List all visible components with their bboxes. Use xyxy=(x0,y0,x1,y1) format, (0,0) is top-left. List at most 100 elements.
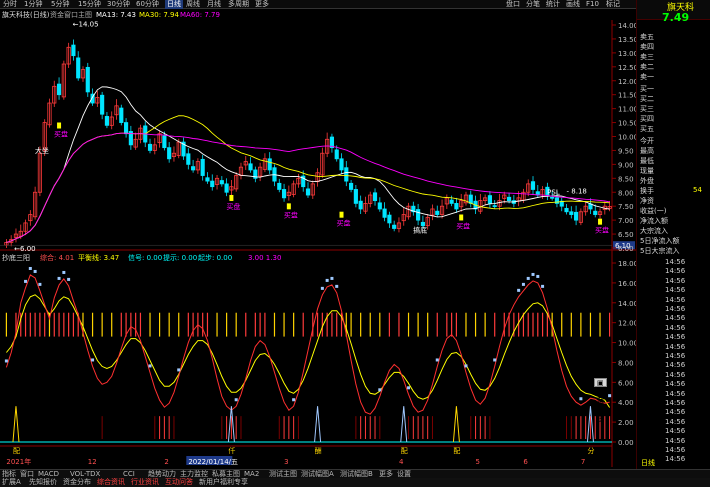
candle-body xyxy=(593,210,598,215)
price-axis: 14.00 13.50 13.00 12.50 12.00 11.50 11.00 10.50… xyxy=(6,22,636,466)
info-tab-1[interactable]: 先知报价 xyxy=(29,478,57,487)
period-tab-8[interactable]: 月线 xyxy=(207,0,221,9)
sub-tick-label: 10.00 xyxy=(618,340,636,348)
period-tab-6[interactable]: 日线 xyxy=(165,0,183,9)
tick-time: 14:56 xyxy=(665,352,686,360)
top-toolbar: 分时 1分钟 5分钟 15分钟 30分钟 60分钟 日线 周线 月线 多周期 更多 盘口 分笔 统计 画线 F… xyxy=(0,0,710,9)
toolbar-right-4[interactable]: F10 xyxy=(586,0,599,9)
price-tick-label: 7.00 xyxy=(618,217,634,225)
period-tab-7[interactable]: 周线 xyxy=(186,0,200,9)
tick-time: 14:56 xyxy=(665,314,686,323)
candle-body xyxy=(358,200,363,210)
tick-time: 14:56 xyxy=(665,305,686,313)
info-tab-3[interactable]: 综合资讯 xyxy=(97,478,125,487)
tick-time: 14:56 xyxy=(665,417,686,426)
candle-body xyxy=(104,116,110,126)
price-tick-label: 9.50 xyxy=(618,147,634,155)
candle-body xyxy=(100,94,105,115)
period-tab-3[interactable]: 15分钟 xyxy=(78,0,101,9)
peak-dot xyxy=(541,284,545,288)
candle-body xyxy=(435,210,440,215)
info-tab-4[interactable]: 行业资讯 xyxy=(131,478,159,487)
peak-dot xyxy=(33,269,37,273)
peak-dot xyxy=(148,364,152,368)
info-tab-0[interactable]: 扩展A xyxy=(2,478,21,487)
extra-label: 3.00 1.30 xyxy=(248,254,282,262)
price-tick-label: 13.00 xyxy=(618,50,636,58)
hide-system-button[interactable]: ▣ 隐藏系统 xyxy=(594,378,607,423)
bottom-signal-label: 仟 xyxy=(228,446,235,455)
tick-time: 14:56 xyxy=(665,427,686,436)
period-tab-0[interactable]: 分时 xyxy=(3,0,17,9)
price-tick-label: 9.00 xyxy=(618,161,634,169)
peak-dot xyxy=(67,277,71,281)
price-tick-label: 7.50 xyxy=(618,203,634,211)
candle-body xyxy=(147,143,153,151)
bottom-signal-label: 酬 xyxy=(315,446,322,455)
tick-time: 14:56 xyxy=(665,323,686,332)
date-label: 6 xyxy=(523,458,528,466)
date-label: 7 xyxy=(581,458,585,466)
sell-level-1: 卖一 xyxy=(640,73,654,81)
sub-chart-header: 抄底三阳 综合: 4.01 平衡线: 3.47 信号: 0.00 提示: 0.0… xyxy=(0,253,636,263)
bottom-spike xyxy=(400,406,408,443)
candle-body xyxy=(76,57,81,79)
chart-annotation: PSL xyxy=(547,188,560,196)
bottom-signal-label: 配 xyxy=(13,447,20,455)
period-tab-4[interactable]: 30分钟 xyxy=(107,0,130,9)
candle-body xyxy=(162,135,167,149)
quote-stat-9: 大宗流入 xyxy=(640,227,668,235)
period-tab-2[interactable]: 5分钟 xyxy=(51,0,69,9)
toolbar-right-3[interactable]: 画线 xyxy=(566,0,580,9)
signal-label: 信号: 0.00 xyxy=(128,254,163,262)
bottom-spike xyxy=(12,406,20,443)
date-label: 2022/01/14/五 xyxy=(188,458,238,466)
candle-body xyxy=(487,195,492,204)
tick-time: 14:56 xyxy=(665,455,686,464)
sell-level-4: 卖四 xyxy=(640,43,654,51)
peak-dot xyxy=(435,358,439,362)
toolbar-right-5[interactable]: 标记 xyxy=(606,0,620,9)
candle-body xyxy=(210,180,215,188)
chart-plot-area[interactable]: ←14.05←6.00买盘大坐买盘买盘买盘买盘买盘搞底PSL - 8.186.10… xyxy=(0,20,636,467)
candle-body xyxy=(492,205,497,208)
quote-panel: 旗天科 7.49 卖五 卖四 卖三 卖二 卖一 买一 买二 买三 买四 买五 今开 最高 最低 现量 外盘换… xyxy=(636,0,710,487)
ma30-label: MA30: 7.94 xyxy=(139,11,179,19)
peak-dot xyxy=(536,274,540,278)
peak-dot xyxy=(531,272,535,276)
chart-window-label[interactable]: 资金窗口主图 xyxy=(50,10,92,20)
stock-price: 7.49 xyxy=(662,11,690,24)
qibu-label: 起步: 0.00 xyxy=(198,254,233,262)
chart-annotation: 买盘 xyxy=(595,226,609,235)
quote-stat-3: 现量 xyxy=(640,167,654,175)
period-tab-1[interactable]: 1分钟 xyxy=(24,0,42,9)
price-tick-label: 14.00 xyxy=(618,22,636,30)
date-label: 2 xyxy=(164,458,168,466)
toolbar-right-1[interactable]: 分笔 xyxy=(526,0,540,9)
sub-tick-label: 8.00 xyxy=(618,359,634,367)
period-tab-10[interactable]: 更多 xyxy=(255,0,269,9)
bottom-spike xyxy=(452,406,460,443)
price-tick-label: 13.50 xyxy=(618,36,636,44)
peak-dot xyxy=(320,286,324,290)
candle-body xyxy=(454,202,459,210)
tick-time: 14:56 xyxy=(665,276,686,285)
info-tab-2[interactable]: 资金分布 xyxy=(63,478,91,487)
period-tab-9[interactable]: 多周期 xyxy=(228,0,249,9)
price-tick-label: 12.00 xyxy=(618,78,636,86)
info-tab-6[interactable]: 新用户福利专享 xyxy=(199,478,248,487)
candle-body xyxy=(416,209,421,221)
toolbar-right-0[interactable]: 盘口 xyxy=(506,0,520,9)
tick-time: 14:56 xyxy=(665,380,686,389)
candle-body xyxy=(506,196,512,202)
period-footer-label[interactable]: 日线 xyxy=(641,458,655,468)
quote-header: 旗天科 7.49 xyxy=(637,0,710,24)
peak-dot xyxy=(517,288,521,292)
period-tab-5[interactable]: 60分钟 xyxy=(136,0,159,9)
sub-tick-label: 0.00 xyxy=(618,439,634,447)
bottom-signal-label: 配 xyxy=(453,447,460,455)
date-label: 2021年 xyxy=(6,457,31,466)
toolbar-right-2[interactable]: 统计 xyxy=(546,0,560,9)
sub-tick-label: 12.00 xyxy=(618,320,636,328)
info-tab-5[interactable]: 互动问答 xyxy=(165,478,193,487)
